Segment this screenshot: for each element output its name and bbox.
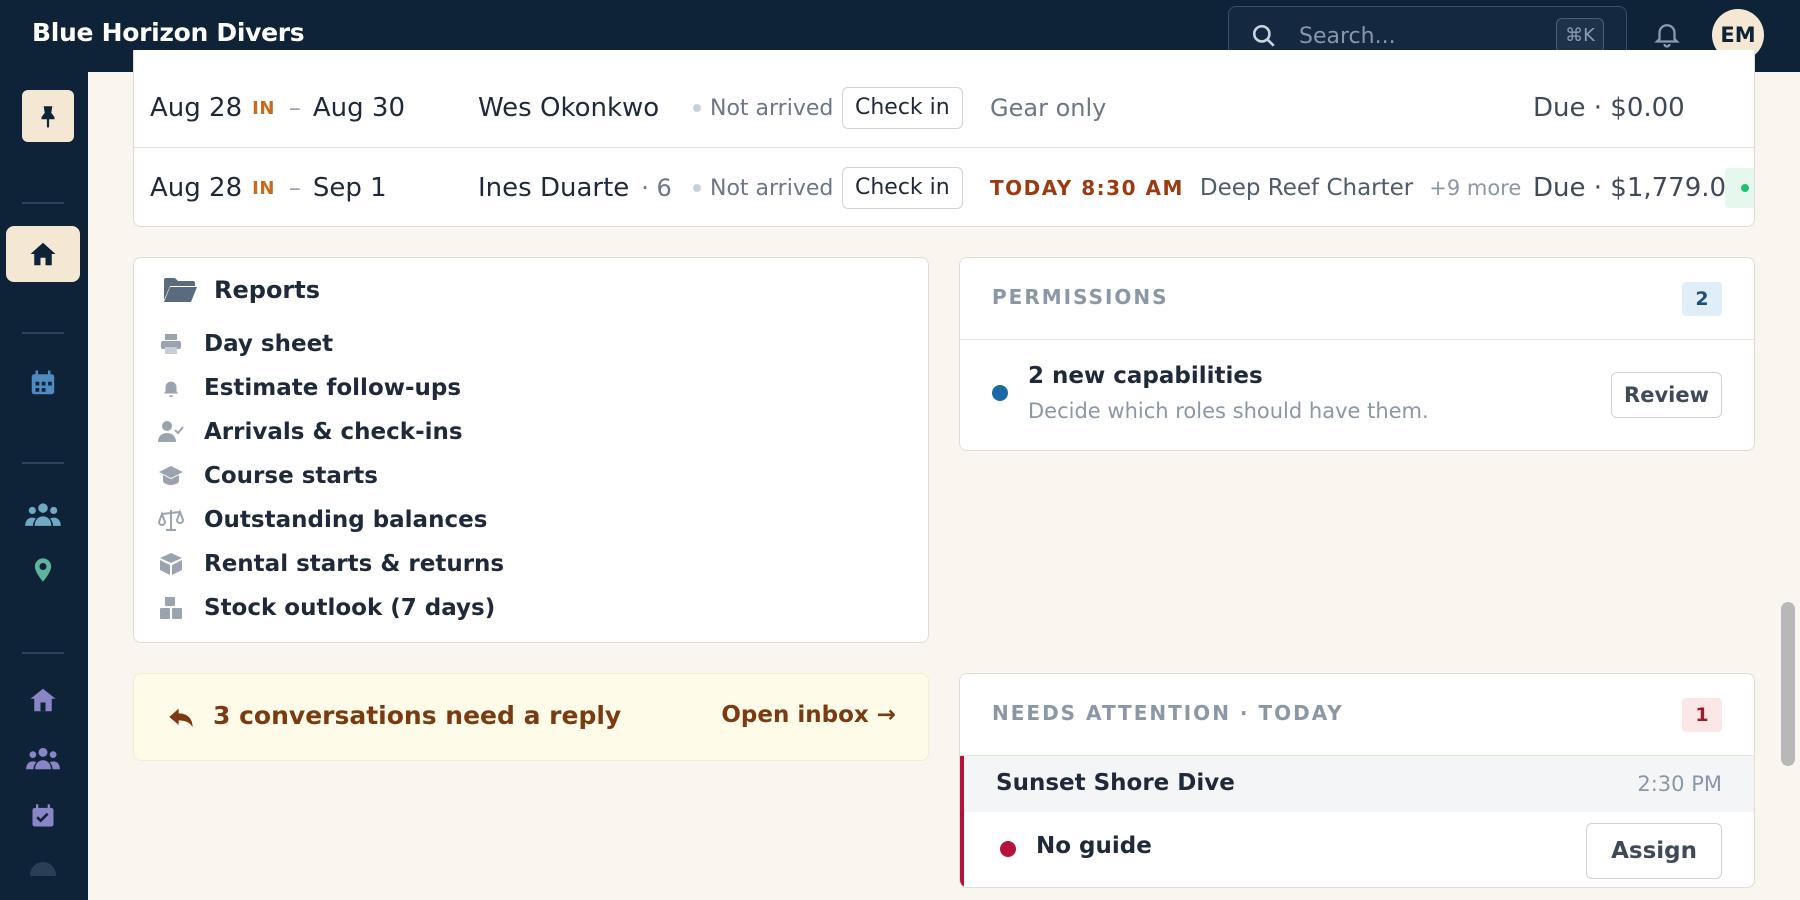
check-in-button[interactable]: Check in — [842, 87, 963, 129]
scale-icon — [158, 509, 184, 531]
event-name: Sunset Shore Dive — [996, 770, 1235, 796]
in-badge: IN — [252, 97, 275, 119]
search-icon — [1252, 24, 1275, 47]
assign-button[interactable]: Assign — [1586, 823, 1722, 879]
permissions-item-title: 2 new capabilities — [1028, 363, 1263, 389]
sidebar-item-shop[interactable] — [6, 672, 80, 728]
attention-count-badge: 1 — [1682, 698, 1722, 732]
conversations-message: 3 conversations need a reply — [213, 701, 622, 730]
needs-attention-title: NEEDS ATTENTION · TODAY — [992, 701, 1344, 725]
boxes-icon — [160, 597, 182, 619]
permissions-count-badge: 2 — [1682, 282, 1722, 316]
trip-summary: TODAY 8:30 AM Deep Reef Charter +9 more — [990, 148, 1521, 226]
alert-dot — [1000, 841, 1016, 857]
sidebar-item-people[interactable] — [6, 730, 80, 786]
stay-dates: Aug 28 IN – Aug 30 — [150, 93, 406, 123]
sidebar-item-tasks[interactable] — [6, 788, 80, 844]
report-arrivals-check-ins[interactable]: Arrivals & check-ins — [158, 412, 463, 452]
party-size: · 6 — [641, 174, 672, 202]
sidebar-item-calendar[interactable] — [6, 355, 80, 411]
task-calendar-icon — [32, 804, 54, 827]
balance-due: Due · $1,779.00 — [1533, 173, 1743, 203]
today-time-label: TODAY 8:30 AM — [990, 176, 1184, 200]
status-indicator — [1725, 168, 1754, 208]
arrival-status: Not arrived — [693, 68, 833, 148]
report-day-sheet[interactable]: Day sheet — [158, 324, 333, 364]
check-in-button[interactable]: Check in — [842, 167, 963, 209]
users-icon — [25, 503, 61, 526]
reply-icon — [169, 708, 193, 728]
arrivals-table: Aug 28 IN – Aug 30 Wes Okonkwo Not arriv… — [133, 50, 1755, 227]
permissions-title: PERMISSIONS — [992, 285, 1169, 309]
sidebar-item-home[interactable] — [6, 226, 80, 282]
stay-dates: Aug 28 IN – Sep 1 — [150, 173, 387, 203]
report-estimate-follow-ups[interactable]: Estimate follow-ups — [158, 368, 461, 408]
calendar-icon — [31, 370, 55, 395]
report-course-starts[interactable]: Course starts — [158, 456, 378, 496]
search-input[interactable]: Search... — [1299, 24, 1396, 49]
arrival-status: Not arrived — [693, 148, 833, 226]
needs-attention-card: NEEDS ATTENTION · TODAY 1 Sunset Shore D… — [959, 673, 1755, 888]
folder-open-icon — [164, 278, 197, 302]
trip-name[interactable]: Deep Reef Charter — [1200, 175, 1413, 201]
guest-name[interactable]: Ines Duarte · 6 — [478, 148, 672, 226]
report-stock-outlook[interactable]: Stock outlook (7 days) — [158, 588, 495, 628]
sidebar — [0, 72, 88, 900]
permissions-card: PERMISSIONS 2 2 new capabilities Decide … — [959, 257, 1755, 451]
open-inbox-link[interactable]: Open inbox → — [721, 702, 896, 728]
printer-icon — [161, 334, 181, 354]
shop-icon — [30, 688, 56, 712]
table-row: Aug 28 IN – Aug 30 Wes Okonkwo Not arriv… — [134, 68, 1754, 148]
balance-due: Due · $0.00 — [1533, 93, 1685, 123]
home-icon — [30, 242, 56, 266]
people-icon — [26, 747, 60, 770]
service-summary: Gear only — [990, 94, 1107, 122]
reports-card: Reports Day sheet Estimate follow-ups Ar… — [133, 257, 929, 643]
bell-icon — [163, 381, 179, 398]
notifications-bell-icon[interactable] — [1652, 18, 1682, 50]
issue-label: No guide — [1036, 833, 1152, 859]
brand-name[interactable]: Blue Horizon Divers — [32, 18, 305, 47]
in-badge: IN — [252, 177, 275, 199]
table-row: Aug 28 IN – Sep 1 Ines Duarte · 6 Not ar… — [134, 148, 1754, 226]
search-shortcut-badge: ⌘K — [1556, 18, 1604, 53]
review-button[interactable]: Review — [1611, 372, 1722, 418]
sidebar-item-locations[interactable] — [6, 542, 80, 598]
report-outstanding-balances[interactable]: Outstanding balances — [158, 500, 487, 540]
more-trips-link[interactable]: +9 more — [1429, 176, 1521, 200]
location-pin-icon — [34, 558, 52, 582]
unread-dot — [992, 385, 1008, 401]
user-check-icon — [158, 421, 184, 442]
attention-event-row[interactable]: Sunset Shore Dive 2:30 PM — [960, 756, 1754, 812]
graduation-cap-icon — [159, 466, 183, 485]
box-icon — [160, 553, 182, 575]
attention-issue-row: No guide Assign — [960, 812, 1754, 887]
pin-icon[interactable] — [22, 90, 74, 142]
sidebar-item-customers[interactable] — [6, 486, 80, 542]
guest-name[interactable]: Wes Okonkwo — [478, 68, 659, 148]
report-rental-starts-returns[interactable]: Rental starts & returns — [158, 544, 504, 584]
event-time: 2:30 PM — [1637, 772, 1722, 796]
page-scrollbar-thumb[interactable] — [1781, 602, 1795, 766]
reports-title: Reports — [214, 276, 321, 304]
conversations-banner: 3 conversations need a reply Open inbox … — [133, 673, 929, 761]
permissions-item-subtitle: Decide which roles should have them. — [1028, 399, 1429, 423]
